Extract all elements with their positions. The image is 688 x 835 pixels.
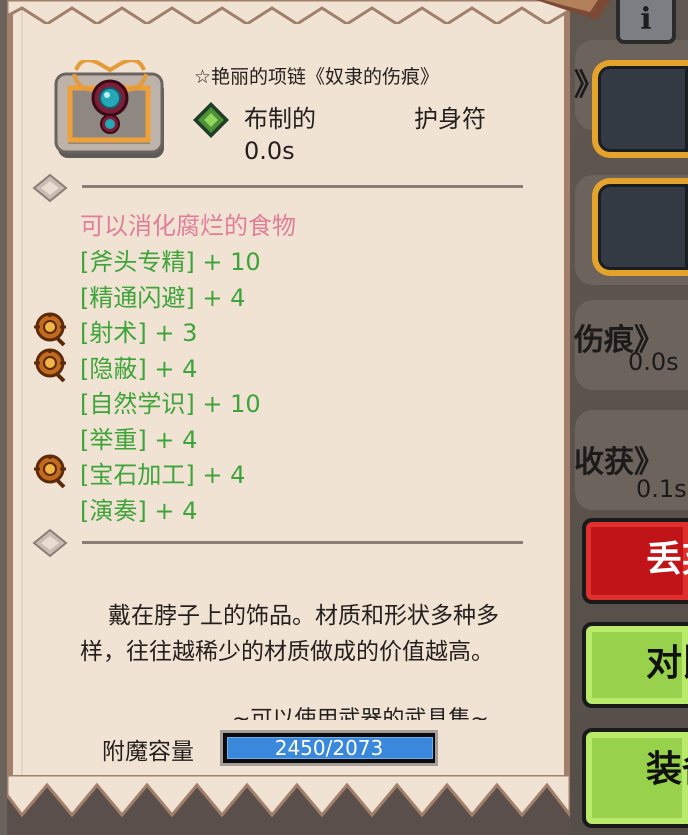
fabric-type-icon xyxy=(193,102,229,138)
stat-row: [精通闪避] + 4 xyxy=(80,284,246,312)
special-effect: 可以消化腐烂的食物 xyxy=(80,212,296,240)
separator-diamond-icon xyxy=(32,528,68,558)
separator-diamond-icon xyxy=(32,173,68,203)
compare-button[interactable]: 对比 xyxy=(582,622,688,708)
item-description: 戴在脖子上的饰品。材质和形状多种多样，往往越稀少的材质做成的价值越高。 xyxy=(80,598,500,670)
panel-top-edge xyxy=(7,0,570,24)
stat-row: [自然学识] + 10 xyxy=(80,390,261,418)
panel-corner-ribbon xyxy=(536,0,610,20)
item-time: 0.0s xyxy=(244,137,295,165)
skill-bonus-icon xyxy=(34,454,66,489)
enchant-capacity-value: 2450/2073 xyxy=(274,736,384,760)
necklace-icon xyxy=(54,60,164,158)
enchant-capacity-bar: 2450/2073 xyxy=(220,730,438,766)
enchant-capacity-label: 附魔容量 xyxy=(102,739,194,765)
equip-button[interactable]: 装备 xyxy=(582,728,688,828)
bg-card-4-time: 0.1s xyxy=(636,475,687,503)
item-category: 护身符 xyxy=(414,105,486,133)
separator-line xyxy=(82,185,523,188)
panel-bottom-edge xyxy=(7,775,570,835)
skill-bonus-icon xyxy=(34,312,66,347)
equip-slot-1[interactable] xyxy=(592,60,688,158)
item-name: ☆艳丽的项链《奴隶的伤痕》 xyxy=(194,66,440,88)
skill-bonus-icon xyxy=(34,348,66,383)
item-material: 布制的 xyxy=(244,105,316,133)
stat-row: [举重] + 4 xyxy=(80,426,198,454)
stat-row: [斧头专精] + 10 xyxy=(80,248,261,276)
stat-row: [射术] + 3 xyxy=(80,319,198,347)
description-cut-line: ~可以使用武器的武具集~ xyxy=(232,707,489,720)
description-text: 戴在脖子上的饰品。材质和形状多种多样，往往越稀少的材质做成的价值越高。 xyxy=(80,603,499,665)
info-button[interactable]: i xyxy=(616,0,676,44)
bg-card-3-time: 0.0s xyxy=(628,348,679,376)
stat-row: [隐蔽] + 4 xyxy=(80,355,198,383)
equip-slot-2[interactable] xyxy=(592,178,688,276)
stat-row: [宝石加工] + 4 xyxy=(80,461,246,489)
separator-line xyxy=(82,541,523,544)
discard-button[interactable]: 丢弃 xyxy=(582,518,688,604)
stat-row: [演奏] + 4 xyxy=(80,497,198,525)
